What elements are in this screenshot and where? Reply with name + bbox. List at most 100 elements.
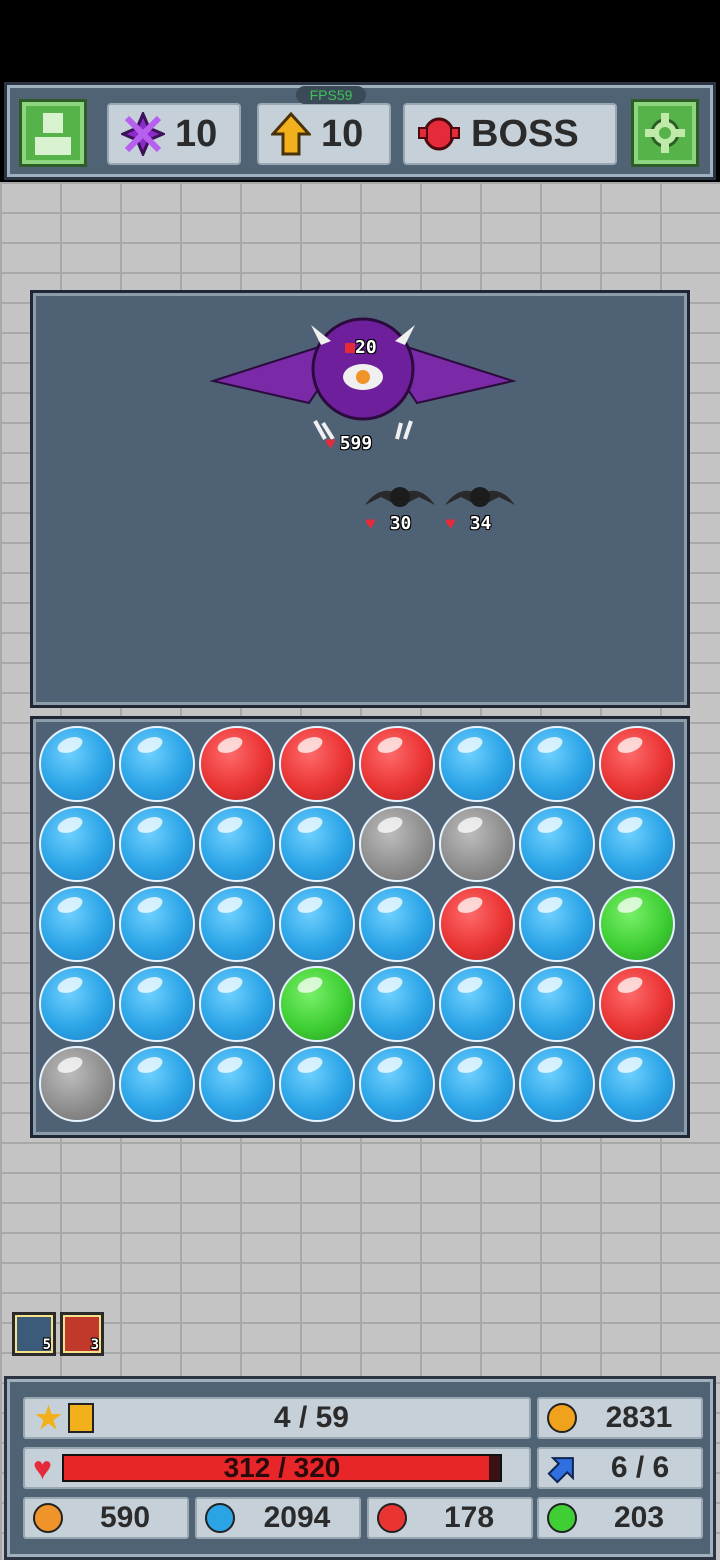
blue-orb[interactable]: [439, 966, 515, 1042]
orange-orb-cell: 590: [23, 1497, 189, 1539]
blue-orb[interactable]: [199, 886, 275, 962]
sword-buff-icon[interactable]: 5: [12, 1312, 56, 1356]
red-orb-cell: 178: [367, 1497, 533, 1539]
heart-icon: ♥: [365, 513, 376, 533]
green-orb-cell: 203: [537, 1497, 703, 1539]
blue-orb[interactable]: [519, 806, 595, 882]
blue-orb[interactable]: [599, 1046, 675, 1122]
stage-label: BOSS: [471, 112, 579, 155]
red-orb[interactable]: [199, 726, 275, 802]
settings-button[interactable]: [631, 99, 699, 167]
blue-orb[interactable]: [39, 886, 115, 962]
blue-orb[interactable]: [439, 1046, 515, 1122]
blue-orb[interactable]: [279, 806, 355, 882]
blue-orb[interactable]: [119, 726, 195, 802]
gems-count: 10: [175, 112, 218, 155]
coins-value: 2831: [605, 1401, 673, 1434]
blue-orb[interactable]: [359, 886, 435, 962]
gray-orb[interactable]: [359, 806, 435, 882]
stage-indicator: BOSS: [403, 103, 617, 165]
blue-orb[interactable]: [519, 726, 595, 802]
bat-2-hp-value: 34: [469, 513, 492, 534]
blue-orb[interactable]: [519, 886, 595, 962]
bat-enemy-icon[interactable]: [443, 481, 517, 511]
heart-buff-count: 3: [90, 1337, 99, 1353]
blue-orb[interactable]: [119, 1046, 195, 1122]
red-count: 178: [443, 1501, 495, 1534]
boss-monster-icon: [418, 117, 460, 151]
coin-icon: [547, 1403, 577, 1433]
blue-orb[interactable]: [519, 1046, 595, 1122]
heart-icon: ♥: [33, 1449, 52, 1486]
heart-icon: ♥: [445, 513, 456, 533]
blue-orb[interactable]: [519, 966, 595, 1042]
battle-area: 20 ♥ 599 ♥ 30 ♥ 34: [30, 290, 690, 708]
hp-cell: ♥ 312 / 320: [23, 1447, 531, 1489]
hp-value: 312 / 320: [223, 1452, 341, 1483]
heart-buff-icon[interactable]: 3: [60, 1312, 104, 1356]
red-orb[interactable]: [279, 726, 355, 802]
progress-cell: ★ 4 / 59: [23, 1397, 531, 1439]
bat-1-hp-value: 30: [389, 513, 412, 534]
bat-enemy-icon[interactable]: [363, 481, 437, 511]
arrows-counter: 10: [257, 103, 391, 165]
orange-orb-icon: [33, 1503, 63, 1533]
gold-block-icon: [67, 1403, 94, 1433]
sword-buff-count: 5: [42, 1337, 51, 1353]
gray-orb[interactable]: [39, 1046, 115, 1122]
red-orb[interactable]: [359, 726, 435, 802]
blue-orb[interactable]: [279, 1046, 355, 1122]
blue-orb[interactable]: [119, 966, 195, 1042]
heart-icon: ♥: [325, 433, 336, 453]
profile-button[interactable]: [19, 99, 87, 167]
orange-count: 590: [99, 1501, 151, 1534]
gray-orb[interactable]: [439, 806, 515, 882]
progress-value: 4 / 59: [273, 1401, 349, 1434]
blue-orb[interactable]: [199, 966, 275, 1042]
hp-bar: 312 / 320: [62, 1452, 502, 1483]
orb-board: [30, 716, 690, 1138]
blue-orb[interactable]: [39, 806, 115, 882]
green-orb[interactable]: [279, 966, 355, 1042]
red-orb-icon: [377, 1503, 407, 1533]
green-count: 203: [613, 1501, 665, 1534]
blue-orb[interactable]: [119, 806, 195, 882]
green-orb[interactable]: [599, 886, 675, 962]
boss-attack-label: 20: [355, 337, 377, 358]
gear-icon: [645, 113, 685, 153]
blue-orb[interactable]: [279, 886, 355, 962]
blue-orb-cell: 2094: [195, 1497, 361, 1539]
blue-orb-icon: [205, 1503, 235, 1533]
red-orb[interactable]: [439, 886, 515, 962]
gems-counter: 10: [107, 103, 241, 165]
blue-orb[interactable]: [119, 886, 195, 962]
blue-orb[interactable]: [199, 806, 275, 882]
blue-arrow-icon: [547, 1457, 574, 1484]
red-orb[interactable]: [599, 966, 675, 1042]
purple-gem-icon: [121, 112, 165, 156]
blue-orb[interactable]: [199, 1046, 275, 1122]
moves-value: 6 / 6: [610, 1451, 670, 1484]
boss-hp-value: 599: [339, 433, 373, 454]
moves-cell: 6 / 6: [537, 1447, 703, 1489]
boss-hp: ♥ 599: [325, 433, 372, 454]
bat-boss-icon[interactable]: [209, 311, 517, 441]
blue-orb[interactable]: [439, 726, 515, 802]
green-orb-icon: [547, 1503, 577, 1533]
blue-count: 2094: [263, 1501, 331, 1534]
person-icon: [35, 113, 71, 155]
up-arrow-icon: [271, 112, 311, 156]
coins-cell: 2831: [537, 1397, 703, 1439]
blue-orb[interactable]: [39, 966, 115, 1042]
blue-orb[interactable]: [359, 966, 435, 1042]
blue-orb[interactable]: [599, 806, 675, 882]
red-orb[interactable]: [599, 726, 675, 802]
blue-orb[interactable]: [39, 726, 115, 802]
stats-panel: ★ 4 / 59 2831 ♥ 312 / 320 6 / 6 590 2094…: [4, 1376, 716, 1560]
bat-1-hp: ♥ 30: [365, 513, 411, 534]
arrows-count: 10: [321, 112, 364, 155]
blue-orb[interactable]: [359, 1046, 435, 1122]
star-icon: ★: [35, 1401, 62, 1435]
bat-2-hp: ♥ 34: [445, 513, 491, 534]
fps-label: FPS59: [296, 86, 366, 104]
